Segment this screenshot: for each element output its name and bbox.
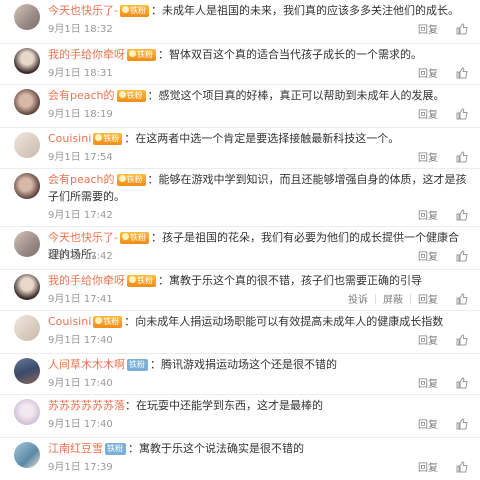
username[interactable]: 江南红豆雪 [48,442,103,455]
avatar[interactable] [14,231,40,257]
reply-button[interactable]: 回复 [418,463,438,474]
comment-time: 9月1日 18:31 [48,68,113,79]
thumbs-up-icon[interactable] [456,23,468,35]
comment-item: 今天也快乐了- 铁粉 ：未成年人是祖国的未来，我们真的应该多多关注他们的成长。 9月… [0,0,480,44]
username[interactable]: 我的手给你牵呀 [48,274,125,287]
comment-time: 9月1日 17:40 [48,335,113,346]
fan-badge: 铁粉 [116,174,146,186]
comment-text: Couisini 铁粉 ：向未成年人捐运动场职能可以有效提高未成年人的健康成长指数 [48,315,444,328]
fan-badge: 铁粉 [127,359,148,371]
avatar[interactable] [14,132,40,158]
fan-badge: 铁粉 [93,316,123,328]
fan-badge: 铁粉 [119,5,149,17]
comment-item: Couisini 铁粉 ：向未成年人捐运动场职能可以有效提高未成年人的健康成长指数 … [0,311,480,354]
username[interactable]: Couisini [48,315,91,328]
username[interactable]: 人间草木木木啊 [48,358,125,371]
reply-button[interactable]: 回复 [418,211,438,222]
comment-time: 9月1日 17:42 [48,251,113,262]
thumbs-up-icon[interactable] [456,461,468,473]
comment-text: 苏苏苏苏苏苏落：在玩耍中还能学到东西，这才是最棒的 [48,399,323,412]
fan-badge: 铁粉 [127,49,156,61]
reply-button[interactable]: 回复 [418,153,438,164]
username[interactable]: 苏苏苏苏苏苏落 [48,399,125,412]
comment-time: 9月1日 17:40 [48,419,113,430]
username[interactable]: Couisini [48,132,91,145]
comment-item: 人间草木木木啊 铁粉 ：腾讯游戏捐运动场这个还是很不错的 9月1日 17:40 回复 [0,354,480,395]
avatar[interactable] [14,89,40,115]
comment-item: 会有peach的 铁粉 ：能够在游戏中学到知识，而且还能够增强自身的体质，这才是孩子… [0,169,480,227]
fan-badge: 铁粉 [93,133,123,145]
avatar[interactable] [14,48,40,74]
thumbs-up-icon[interactable] [456,108,468,120]
thumbs-up-icon[interactable] [456,334,468,346]
comment-item: Couisini 铁粉 ：在这两者中选一个肯定是要选择接触最新科技这一个。 9月1日… [0,128,480,169]
report-button[interactable]: 投诉 [348,295,368,306]
comment-text: 会有peach的 铁粉 ：感觉这个项目真的好棒，真正可以帮助到未成年人的发展。 [48,89,445,102]
avatar[interactable] [14,442,40,468]
reply-button[interactable]: 回复 [418,110,438,121]
avatar[interactable] [14,315,40,341]
reply-button[interactable]: 回复 [418,25,438,36]
comment-text: 我的手给你牵呀 铁粉 ：智体双百这个真的适合当代孩子成长的一个需求的。 [48,48,422,61]
comment-time: 9月1日 18:32 [48,24,113,35]
avatar[interactable] [14,399,40,425]
comment-time: 9月1日 17:42 [48,210,113,221]
fan-badge: 铁粉 [127,275,156,287]
avatar[interactable] [14,4,40,30]
reply-button[interactable]: 回复 [418,420,438,431]
thumbs-up-icon[interactable] [456,418,468,430]
comment-text: 我的手给你牵呀 铁粉 ：寓教于乐这个真的很不错，孩子们也需要正确的引导 [48,274,422,287]
comment-time: 9月1日 17:41 [48,294,113,305]
username[interactable]: 今天也快乐了- [48,4,118,17]
fan-badge: 铁粉 [119,232,149,244]
thumbs-up-icon[interactable] [456,151,468,163]
divider [410,294,411,304]
username[interactable]: 会有peach的 [48,89,115,102]
comment-item: 会有peach的 铁粉 ：感觉这个项目真的好棒，真正可以帮助到未成年人的发展。 9月… [0,85,480,128]
comment-text: 今天也快乐了- 铁粉 ：未成年人是祖国的未来，我们真的应该多多关注他们的成长。 [48,4,459,17]
reply-button[interactable]: 回复 [418,252,438,263]
divider [375,294,376,304]
comment-time: 9月1日 18:19 [48,109,113,120]
comment-item: 我的手给你牵呀 铁粉 ：智体双百这个真的适合当代孩子成长的一个需求的。 9月1日 1… [0,44,480,85]
thumbs-up-icon[interactable] [456,293,468,305]
comment-item: 苏苏苏苏苏苏落：在玩耍中还能学到东西，这才是最棒的 9月1日 17:40 回复 [0,395,480,438]
fan-badge: 铁粉 [116,90,146,102]
thumbs-up-icon[interactable] [456,250,468,262]
avatar[interactable] [14,358,40,384]
comment-text: 江南红豆雪 铁粉 ：寓教于乐这个说法确实是很不错的 [48,442,304,455]
comment-text: 会有peach的 铁粉 ：能够在游戏中学到知识，而且还能够增强自身的体质，这才是孩子… [48,173,467,203]
comment-time: 9月1日 17:54 [48,152,113,163]
comment-list: 今天也快乐了- 铁粉 ：未成年人是祖国的未来，我们真的应该多多关注他们的成长。 9月… [0,0,480,480]
comment-time: 9月1日 17:40 [48,378,113,389]
reply-button[interactable]: 回复 [418,336,438,347]
comment-item: 今天也快乐了- 铁粉 ：孩子是祖国的花朵，我们有必要为他们的成长提供一个健康合理的场… [0,227,480,270]
fan-badge: 铁粉 [105,443,126,455]
username[interactable]: 今天也快乐了- [48,231,118,244]
block-button[interactable]: 屏蔽 [383,295,403,306]
reply-button[interactable]: 回复 [418,379,438,390]
username[interactable]: 我的手给你牵呀 [48,48,125,61]
reply-button[interactable]: 回复 [418,295,438,306]
comment-time: 9月1日 17:39 [48,462,113,473]
thumbs-up-icon[interactable] [456,67,468,79]
comment-text: Couisini 铁粉 ：在这两者中选一个肯定是要选择接触最新科技这一个。 [48,132,400,145]
avatar[interactable] [14,274,40,300]
avatar[interactable] [14,173,40,199]
thumbs-up-icon[interactable] [456,209,468,221]
comment-text: 人间草木木木啊 铁粉 ：腾讯游戏捐运动场这个还是很不错的 [48,358,337,371]
comment-item: 江南红豆雪 铁粉 ：寓教于乐这个说法确实是很不错的 9月1日 17:39 回复 [0,438,480,480]
thumbs-up-icon[interactable] [456,377,468,389]
username[interactable]: 会有peach的 [48,173,115,186]
comment-item: 我的手给你牵呀 铁粉 ：寓教于乐这个真的很不错，孩子们也需要正确的引导 9月1日 1… [0,270,480,311]
reply-button[interactable]: 回复 [418,69,438,80]
